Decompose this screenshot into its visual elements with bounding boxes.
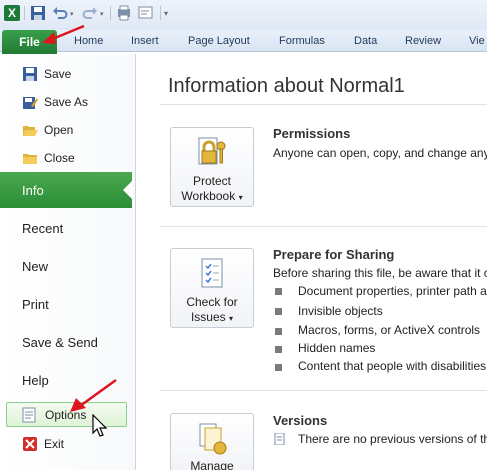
protect-workbook-label-2-row: Workbook ▾ — [171, 189, 253, 205]
sharing-item: Content that people with disabilities — [298, 359, 487, 373]
exit-icon — [23, 437, 37, 451]
lock-key-icon — [198, 137, 226, 165]
manage-versions-button[interactable]: Manage — [170, 413, 254, 470]
nav-save-label: Save — [44, 67, 72, 81]
bullet-icon — [275, 346, 282, 353]
tab-insert[interactable]: Insert — [131, 30, 159, 52]
nav-close-label: Close — [44, 151, 75, 165]
sharing-text: Before sharing this file, be aware that … — [273, 266, 487, 280]
tab-review[interactable]: Review — [405, 30, 441, 52]
undo-icon[interactable] — [52, 5, 68, 21]
options-document-icon — [22, 407, 36, 423]
redo-icon[interactable] — [82, 5, 98, 21]
spelling-icon[interactable] — [138, 5, 154, 21]
section-divider — [160, 226, 487, 227]
nav-save-as-label: Save As — [44, 95, 89, 109]
check-for-issues-button[interactable]: Check for Issues ▾ — [170, 248, 254, 328]
check-for-issues-label-2-row: Issues ▾ — [171, 310, 253, 326]
manage-versions-label: Manage — [190, 459, 234, 470]
nav-help[interactable]: Help — [22, 373, 49, 388]
page-title: Information about Normal1 — [168, 75, 405, 97]
nav-info-label: Info — [22, 183, 44, 198]
tab-view[interactable]: Vie — [469, 30, 485, 52]
bullet-icon — [275, 288, 282, 295]
save-icon[interactable] — [30, 5, 46, 21]
nav-open-label: Open — [44, 123, 74, 137]
nav-save[interactable]: Save — [0, 60, 136, 88]
nav-exit-label: Exit — [44, 437, 65, 451]
document-icon — [274, 433, 285, 445]
nav-exit[interactable]: Exit — [0, 430, 136, 458]
nav-save-send[interactable]: Save & Send — [22, 335, 98, 350]
check-for-issues-label-1: Check for — [186, 295, 238, 309]
checklist-icon — [201, 258, 223, 288]
nav-close[interactable]: Close — [0, 144, 136, 172]
chevron-down-icon: ▾ — [229, 314, 234, 323]
versions-icon — [199, 423, 227, 455]
bullet-icon — [275, 308, 282, 315]
qat-separator — [160, 6, 161, 20]
sharing-item: Macros, forms, or ActiveX controls — [298, 323, 481, 337]
mouse-cursor-icon — [92, 414, 108, 437]
chevron-down-icon: ▾ — [238, 193, 243, 202]
bullet-icon — [275, 364, 282, 371]
red-arrow-annotation — [42, 24, 85, 44]
red-arrow-annotation — [70, 378, 117, 412]
excel-logo-icon[interactable]: X — [4, 5, 20, 21]
nav-recent[interactable]: Recent — [22, 221, 63, 236]
save-as-icon — [23, 97, 38, 109]
nav-new[interactable]: New — [22, 259, 48, 274]
undo-dropdown-icon[interactable]: ▾ — [70, 10, 74, 18]
qat-separator — [24, 6, 25, 20]
redo-dropdown-icon[interactable]: ▾ — [100, 10, 104, 18]
check-for-issues-label-2: Issues — [190, 310, 226, 324]
nav-print[interactable]: Print — [22, 297, 49, 312]
permissions-text: Anyone can open, copy, and change any — [273, 146, 487, 160]
bullet-icon — [275, 328, 282, 335]
permissions-title: Permissions — [273, 126, 351, 141]
qat-separator — [110, 6, 111, 20]
open-folder-icon — [23, 126, 38, 136]
sharing-item: Hidden names — [298, 341, 376, 355]
sharing-item: Invisible objects — [298, 304, 383, 318]
sharing-item: Document properties, printer path a — [298, 284, 487, 298]
nav-open[interactable]: Open — [0, 116, 136, 144]
versions-title: Versions — [273, 413, 328, 428]
close-folder-icon — [23, 154, 37, 164]
print-preview-icon[interactable] — [116, 5, 132, 21]
nav-info[interactable]: Info — [0, 172, 133, 208]
selected-indicator-arrow — [123, 180, 133, 200]
nav-save-as[interactable]: Save As — [0, 88, 136, 116]
section-divider — [160, 390, 487, 391]
sharing-title: Prepare for Sharing — [273, 247, 395, 262]
title-divider — [160, 104, 487, 105]
protect-workbook-label-1: Protect — [192, 174, 231, 188]
tab-formulas[interactable]: Formulas — [279, 30, 325, 52]
protect-workbook-label-2: Workbook — [181, 189, 236, 203]
versions-text: There are no previous versions of th — [298, 432, 487, 446]
tab-data[interactable]: Data — [354, 30, 377, 52]
customize-qat-icon[interactable]: ▾ — [164, 9, 168, 18]
protect-workbook-button[interactable]: Protect Workbook ▾ — [170, 127, 254, 207]
tab-page-layout[interactable]: Page Layout — [188, 30, 250, 52]
save-icon — [23, 67, 37, 81]
